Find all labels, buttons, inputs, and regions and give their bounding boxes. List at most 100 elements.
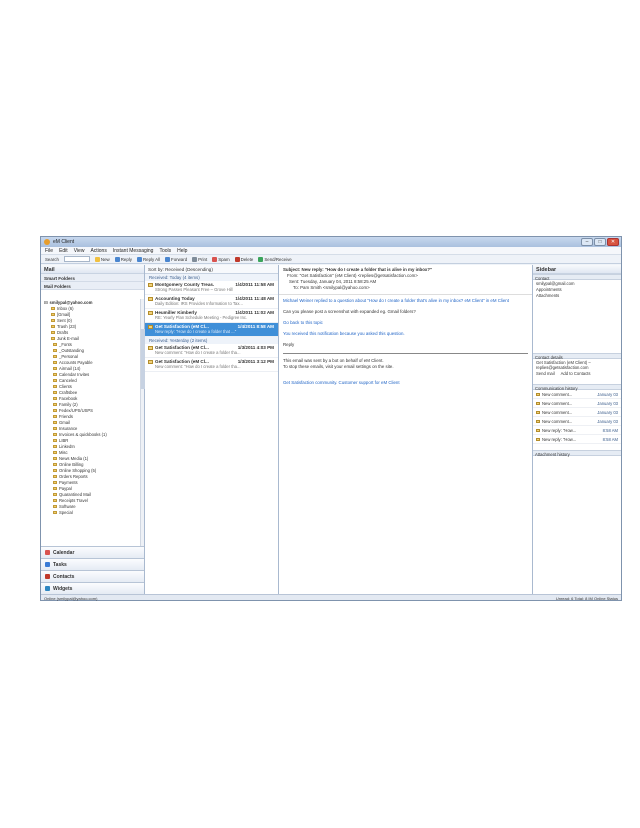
send-receive-icon bbox=[258, 256, 264, 262]
group-yesterday[interactable]: Received: Yesterday (2 items) bbox=[145, 337, 278, 344]
history-item[interactable]: New reply: "How... 8:58 AM bbox=[533, 435, 621, 444]
delete-icon bbox=[234, 256, 240, 262]
envelope-icon bbox=[148, 297, 153, 301]
mail-folders-section[interactable]: Mail Folders bbox=[41, 282, 144, 290]
folder-item[interactable]: Special bbox=[41, 509, 141, 515]
menu-help[interactable]: Help bbox=[177, 248, 187, 254]
folder-icon bbox=[53, 456, 57, 460]
menu-file[interactable]: File bbox=[45, 248, 53, 254]
group-today[interactable]: Received: Today (4 items) bbox=[145, 274, 278, 281]
widgets-nav-button[interactable]: Widgets bbox=[41, 582, 144, 594]
reply-button[interactable]: Reply bbox=[114, 256, 132, 262]
spam-icon bbox=[212, 256, 218, 262]
message-item[interactable]: Get Satisfaction (eM Cl... 1/3/2011 4:03 … bbox=[145, 344, 278, 358]
envelope-icon bbox=[148, 360, 153, 364]
envelope-icon bbox=[148, 283, 153, 287]
history-item[interactable]: New comment... January 03 bbox=[533, 390, 621, 399]
folder-icon bbox=[51, 330, 55, 334]
folder-icon bbox=[53, 444, 57, 448]
calendar-nav-button[interactable]: Calendar bbox=[41, 546, 144, 558]
search-input[interactable] bbox=[63, 256, 90, 262]
folder-icon bbox=[53, 348, 57, 352]
folder-icon bbox=[53, 342, 57, 346]
forward-button[interactable]: Forward bbox=[165, 256, 187, 262]
reading-pane: Subject: New reply: "How do I create a f… bbox=[279, 265, 533, 594]
reply-all-button[interactable]: Reply All bbox=[136, 256, 160, 262]
message-item[interactable]: Heumiller Kimberly 1/4/2011 11:02 AM RE: … bbox=[145, 309, 278, 323]
envelope-icon bbox=[536, 437, 540, 441]
folder-icon bbox=[51, 312, 55, 316]
close-button[interactable]: ✕ bbox=[607, 238, 619, 246]
folder-icon bbox=[53, 360, 57, 364]
add-contact-button[interactable]: Add to Contacts bbox=[561, 371, 591, 376]
account-icon: ⊟ bbox=[44, 299, 48, 305]
envelope-icon bbox=[536, 410, 540, 414]
history-item[interactable]: New comment... January 03 bbox=[533, 408, 621, 417]
sidebar: Sidebar Contact smilypal@gmail.com Appoi… bbox=[533, 265, 621, 594]
folder-icon bbox=[53, 402, 57, 406]
envelope-icon bbox=[148, 325, 153, 329]
search-label: Search bbox=[45, 256, 59, 262]
menu-view[interactable]: View bbox=[74, 248, 85, 254]
message-item[interactable]: Montgomery County Treas. 1/4/2011 11:58 A… bbox=[145, 281, 278, 295]
message-header: Subject: New reply: "How do I create a f… bbox=[279, 265, 532, 295]
spam-button[interactable]: Spam bbox=[212, 256, 230, 262]
sidebar-header: Sidebar bbox=[533, 265, 621, 274]
tasks-nav-button[interactable]: Tasks bbox=[41, 558, 144, 570]
reply-label: Reply bbox=[283, 342, 295, 347]
attachment-history-title[interactable]: Attachment history bbox=[533, 450, 621, 457]
status-left: Online (smilypal@yahoo.com) bbox=[44, 595, 98, 601]
history-item[interactable]: New reply: "How... 8:58 AM bbox=[533, 426, 621, 435]
menu-actions[interactable]: Actions bbox=[90, 248, 106, 254]
folder-icon bbox=[53, 372, 57, 376]
minimize-button[interactable]: – bbox=[581, 238, 593, 246]
smart-folders-section[interactable]: Smart Folders bbox=[41, 274, 144, 282]
message-to: To: Pam Smith <smilypal@yahoo.com> bbox=[293, 285, 370, 290]
attachments-item[interactable]: Attachments bbox=[533, 292, 621, 298]
message-body: Michael Weiner replied to a question abo… bbox=[279, 295, 532, 394]
history-item[interactable]: New comment... January 03 bbox=[533, 399, 621, 408]
history-item[interactable]: New comment... January 03 bbox=[533, 417, 621, 426]
folder-icon bbox=[53, 474, 57, 478]
tasks-icon bbox=[45, 562, 50, 567]
folder-icon bbox=[53, 498, 57, 502]
maximize-button[interactable]: □ bbox=[594, 238, 606, 246]
contacts-nav-button[interactable]: Contacts bbox=[41, 570, 144, 582]
sort-header[interactable]: Sort by: Received (Descending) bbox=[145, 265, 278, 274]
menu-tools[interactable]: Tools bbox=[159, 248, 171, 254]
folder-icon bbox=[51, 336, 55, 340]
folder-icon bbox=[53, 366, 57, 370]
folder-icon bbox=[53, 378, 57, 382]
divider bbox=[283, 353, 528, 354]
topic-link[interactable]: Go back to this topic bbox=[283, 320, 528, 326]
new-button[interactable]: New bbox=[94, 256, 110, 262]
menu-instant-messaging[interactable]: Instant Messaging bbox=[113, 248, 154, 254]
folder-icon bbox=[53, 396, 57, 400]
folder-scrollbar[interactable] bbox=[140, 299, 145, 567]
message-item-selected[interactable]: Get Satisfaction (eM Cl... 1/4/2011 8:58 … bbox=[145, 323, 278, 337]
folder-icon bbox=[53, 420, 57, 424]
folder-icon bbox=[51, 324, 55, 328]
reply-icon bbox=[114, 256, 120, 262]
contact-details-text: Get Satisfaction (eM Client) – replies@g… bbox=[536, 359, 591, 370]
send-mail-button[interactable]: Send mail bbox=[536, 371, 555, 376]
folder-icon bbox=[53, 462, 57, 466]
community-link[interactable]: Get Satisfaction community. Customer sup… bbox=[283, 380, 528, 386]
message-item[interactable]: Get Satisfaction (eM Cl... 1/3/2011 3:12 … bbox=[145, 358, 278, 372]
envelope-icon bbox=[148, 311, 153, 315]
menu-edit[interactable]: Edit bbox=[59, 248, 68, 254]
folder-icon bbox=[53, 438, 57, 442]
menu-bar: File Edit View Actions Instant Messaging… bbox=[41, 247, 621, 255]
folder-icon bbox=[53, 480, 57, 484]
message-item[interactable]: Accounting Today 1/4/2011 11:48 AM Daily … bbox=[145, 295, 278, 309]
message-intro: Michael Weiner replied to a question abo… bbox=[283, 298, 509, 303]
envelope-icon bbox=[148, 346, 153, 350]
folder-icon bbox=[53, 414, 57, 418]
delete-button[interactable]: Delete bbox=[234, 256, 253, 262]
notification-link[interactable]: You received this notification because y… bbox=[283, 331, 528, 337]
send-receive-button[interactable]: Send/Receive bbox=[258, 256, 292, 262]
folder-icon bbox=[53, 504, 57, 508]
print-button[interactable]: Print bbox=[192, 256, 207, 262]
folder-icon bbox=[53, 384, 57, 388]
message-from: From: "Get Satisfaction" (eM Client) <re… bbox=[287, 273, 418, 278]
